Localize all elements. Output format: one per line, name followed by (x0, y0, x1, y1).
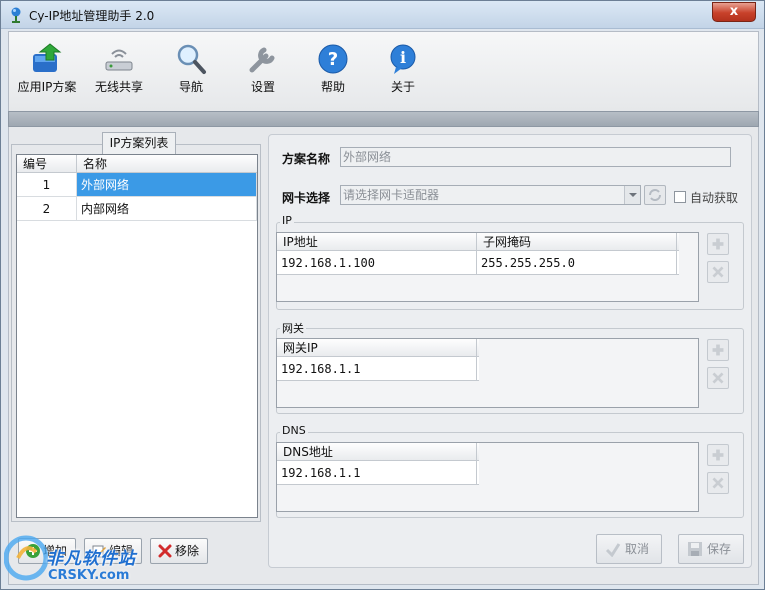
nic-label: 网卡选择 (282, 191, 331, 205)
app-logo-icon (11, 7, 21, 23)
scheme-list-table[interactable]: 编号 名称 1 外部网络 2 内部网络 (16, 154, 258, 518)
ip-group-title: IP (280, 214, 294, 227)
table-row[interactable]: 192.168.1.1 (277, 461, 479, 485)
toolbar-help-button[interactable]: ? 帮助 (297, 38, 369, 106)
wireless-icon (105, 49, 133, 71)
list-item[interactable]: 1 外部网络 (17, 173, 257, 197)
scheme-name-label: 方案名称 (282, 152, 331, 166)
column-dns-address[interactable]: DNS地址 (277, 443, 477, 460)
x-icon (712, 372, 724, 384)
scheme-list-tab[interactable]: IP方案列表 (102, 132, 176, 154)
toolbar-about-button[interactable]: i 关于 (367, 38, 439, 106)
chevron-down-icon[interactable] (624, 186, 640, 204)
plus-icon (712, 344, 724, 356)
gateway-table[interactable]: 网关IP 192.168.1.1 (276, 338, 699, 408)
wrench-icon (249, 47, 275, 73)
nic-select[interactable]: 请选择网卡适配器 (340, 185, 641, 205)
watermark-text: 非凡软件站 (46, 549, 136, 569)
refresh-nic-button[interactable] (644, 185, 666, 205)
list-header: 编号 名称 (17, 155, 257, 173)
undo-icon (605, 543, 621, 557)
toolbar-wireless-share-button[interactable]: 无线共享 (83, 38, 155, 106)
svg-text:i: i (400, 48, 406, 67)
column-gateway-ip[interactable]: 网关IP (277, 339, 477, 356)
save-icon (688, 542, 702, 556)
title-bar[interactable]: Cy-IP地址管理助手 2.0 x (1, 1, 764, 29)
close-button[interactable]: x (712, 2, 756, 22)
toolbar-separator (8, 111, 759, 127)
column-subnet-mask[interactable]: 子网掩码 (477, 233, 677, 250)
watermark-logo-icon (4, 535, 48, 581)
ip-delete-button[interactable] (707, 261, 729, 283)
magnifier-icon (177, 44, 206, 74)
gateway-add-button[interactable] (707, 339, 729, 361)
cancel-button[interactable]: 取消 (596, 534, 662, 564)
column-name[interactable]: 名称 (77, 155, 257, 172)
auto-obtain-label: 自动获取 (690, 191, 739, 205)
dns-delete-button[interactable] (707, 472, 729, 494)
gateway-delete-button[interactable] (707, 367, 729, 389)
gateway-group-title: 网关 (280, 320, 306, 336)
x-icon (712, 477, 724, 489)
x-icon (712, 266, 724, 278)
svg-text:?: ? (328, 49, 338, 70)
refresh-icon (649, 189, 661, 201)
ip-table[interactable]: IP地址 子网掩码 192.168.1.100 255.255.255.0 (276, 232, 699, 302)
dns-group-title: DNS (280, 424, 308, 437)
plus-icon (712, 238, 724, 250)
apply-ip-icon (33, 43, 62, 72)
watermark-subtext: CRSKY.com (48, 568, 130, 583)
site-watermark: 非凡软件站 CRSKY.com (0, 524, 170, 590)
toolbar-apply-ip-button[interactable]: 应用IP方案 (11, 38, 83, 106)
auto-obtain-checkbox[interactable] (674, 191, 686, 203)
info-icon: i (390, 44, 416, 74)
dns-add-button[interactable] (707, 444, 729, 466)
save-button[interactable]: 保存 (678, 534, 744, 564)
list-item[interactable]: 2 内部网络 (17, 197, 257, 221)
window-title: Cy-IP地址管理助手 2.0 (29, 9, 155, 23)
dns-table[interactable]: DNS地址 192.168.1.1 (276, 442, 699, 512)
toolbar-navigate-button[interactable]: 导航 (155, 38, 227, 106)
toolbar: 应用IP方案 无线共享 导航 设置 ? 帮助 i 关于 (8, 31, 759, 111)
column-ip-address[interactable]: IP地址 (277, 233, 477, 250)
ip-add-button[interactable] (707, 233, 729, 255)
table-row[interactable]: 192.168.1.1 (277, 357, 479, 381)
table-row[interactable]: 192.168.1.100 255.255.255.0 (277, 251, 679, 275)
column-id[interactable]: 编号 (17, 155, 77, 172)
help-icon: ? (318, 44, 348, 74)
plus-icon (712, 449, 724, 461)
scheme-name-input[interactable]: 外部网络 (340, 147, 731, 167)
toolbar-settings-button[interactable]: 设置 (227, 38, 299, 106)
